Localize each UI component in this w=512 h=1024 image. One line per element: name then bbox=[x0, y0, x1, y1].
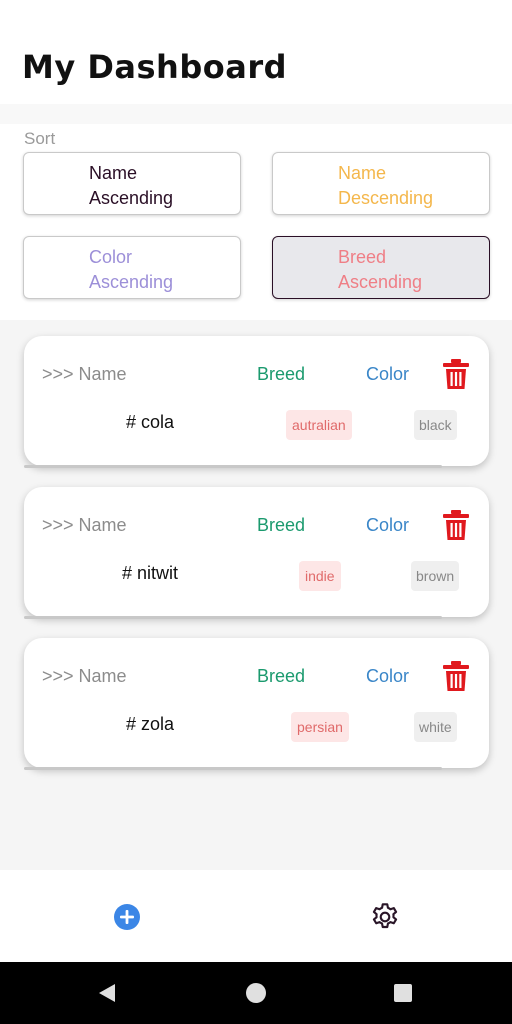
app-header: My Dashboard bbox=[0, 0, 512, 104]
gear-icon bbox=[372, 903, 398, 929]
trash-icon bbox=[443, 661, 469, 691]
sort-name-descending-button[interactable]: Name Descending bbox=[272, 152, 490, 215]
pet-card: >>> Name Breed Color # cola autralian bl… bbox=[24, 336, 489, 468]
pet-list: >>> Name Breed Color # cola autralian bl… bbox=[0, 320, 512, 870]
delete-button[interactable] bbox=[442, 660, 470, 692]
color-badge: black bbox=[414, 410, 457, 440]
color-badge: white bbox=[414, 712, 457, 742]
trash-icon bbox=[443, 359, 469, 389]
sort-color-ascending-button[interactable]: Color Ascending bbox=[23, 236, 241, 299]
pet-card: >>> Name Breed Color # zola persian whit… bbox=[24, 638, 489, 770]
system-navigation-bar bbox=[0, 962, 512, 1024]
system-back-button[interactable] bbox=[96, 982, 118, 1004]
card-underline bbox=[24, 465, 442, 468]
name-column-header: >>> Name bbox=[42, 666, 127, 686]
card-underline bbox=[24, 767, 442, 770]
breed-badge: persian bbox=[291, 712, 349, 742]
card-underline bbox=[24, 616, 442, 619]
home-circle-icon[interactable] bbox=[246, 983, 266, 1003]
name-column-header: >>> Name bbox=[42, 364, 127, 384]
sort-button-label: Name Ascending bbox=[89, 163, 174, 208]
breed-column-header: Breed bbox=[257, 515, 306, 535]
trash-icon bbox=[443, 510, 469, 540]
pet-name: # zola bbox=[125, 714, 175, 734]
add-pet-button[interactable] bbox=[113, 903, 141, 931]
name-column-header: >>> Name bbox=[42, 515, 127, 535]
color-column-header: Color bbox=[366, 666, 410, 686]
sort-name-ascending-button[interactable]: Name Ascending bbox=[23, 152, 241, 215]
settings-button[interactable] bbox=[369, 901, 401, 933]
breed-column-header: Breed bbox=[257, 666, 306, 686]
color-column-header: Color bbox=[366, 364, 410, 384]
recent-square-icon[interactable] bbox=[394, 984, 412, 1002]
breed-badge: indie bbox=[299, 561, 341, 591]
breed-badge: autralian bbox=[286, 410, 352, 440]
plus-circle-icon bbox=[114, 904, 140, 930]
header-divider bbox=[0, 104, 512, 124]
bottom-navigation bbox=[0, 870, 512, 962]
sort-label: Sort bbox=[24, 129, 56, 148]
sort-button-label: Color Ascending bbox=[89, 247, 174, 292]
sort-panel: Sort Name Ascending Name Descending Colo… bbox=[0, 124, 512, 320]
delete-button[interactable] bbox=[442, 509, 470, 541]
delete-button[interactable] bbox=[442, 358, 470, 390]
color-column-header: Color bbox=[366, 515, 410, 535]
pet-name: # cola bbox=[125, 412, 175, 432]
page-title: My Dashboard bbox=[22, 48, 287, 86]
color-badge: brown bbox=[411, 561, 460, 591]
sort-breed-ascending-button[interactable]: Breed Ascending bbox=[272, 236, 490, 299]
pet-name: # nitwit bbox=[121, 563, 179, 583]
sort-button-label: Breed Ascending bbox=[338, 247, 423, 292]
sort-button-label: Name Descending bbox=[338, 163, 434, 208]
pet-card: >>> Name Breed Color # nitwit indie brow… bbox=[24, 487, 489, 619]
breed-column-header: Breed bbox=[257, 364, 306, 384]
back-triangle-icon bbox=[99, 984, 115, 1002]
